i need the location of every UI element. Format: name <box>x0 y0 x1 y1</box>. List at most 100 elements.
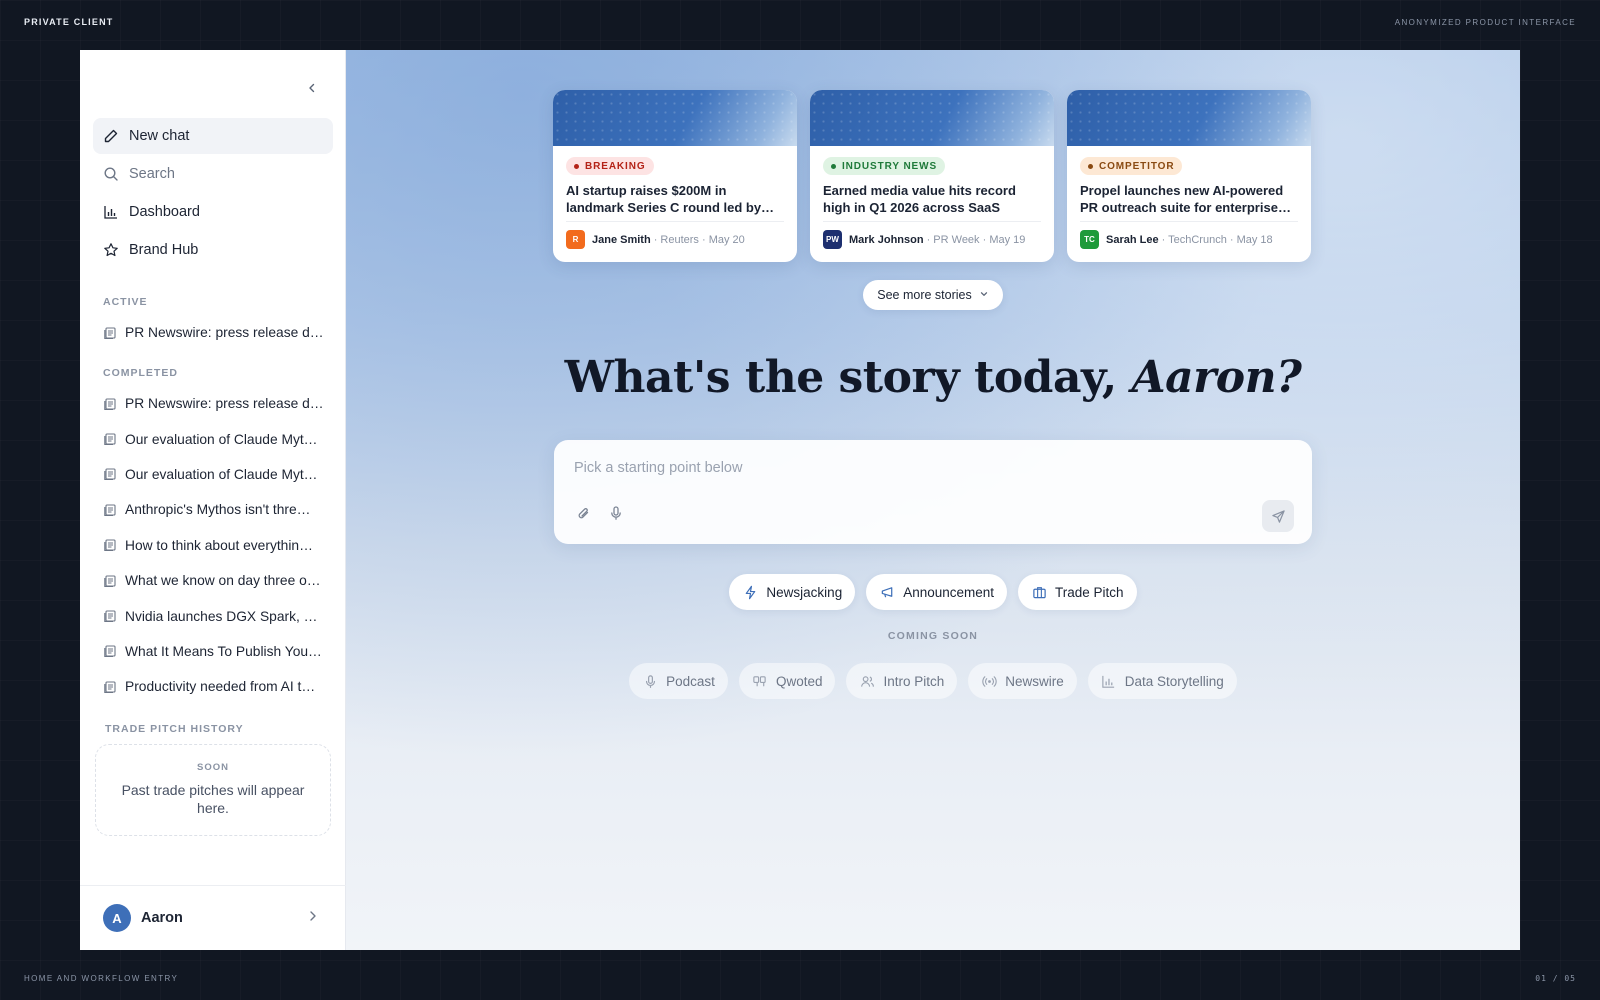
see-more-label: See more stories <box>877 288 972 302</box>
card-hero-image <box>810 90 1054 146</box>
chip-newsjacking[interactable]: Newsjacking <box>729 574 856 610</box>
badge-label: BREAKING <box>585 160 646 172</box>
card-author: Jane Smith <box>592 233 651 246</box>
chip-label: Intro Pitch <box>883 673 945 689</box>
card-hero-image <box>553 90 797 146</box>
card-title: Earned media value hits record high in Q… <box>823 183 1016 215</box>
frame-label-client: PRIVATE CLIENT <box>24 17 114 27</box>
card-source-date: · Reuters · May 20 <box>653 233 745 246</box>
list-item[interactable]: How to think about everythin… <box>103 528 325 563</box>
news-card[interactable]: COMPETITOR Propel launches new AI-powered… <box>1067 90 1311 262</box>
card-author: Mark Johnson <box>849 233 924 246</box>
chip-label: Newswire <box>1005 673 1064 689</box>
lightning-icon <box>742 584 758 600</box>
card-divider <box>566 221 784 222</box>
frame-label-screen: HOME AND WORKFLOW ENTRY <box>24 974 179 983</box>
composer <box>554 440 1312 544</box>
attach-button[interactable] <box>574 504 594 524</box>
completed-list: PR Newswire: press release d… Our evaluat… <box>103 386 325 705</box>
card-source-date: · TechCrunch · May 18 <box>1161 233 1273 246</box>
chip-label: Podcast <box>666 673 715 689</box>
page-title: What's the story today, Aaron? <box>346 352 1520 403</box>
collapse-sidebar-button[interactable] <box>302 78 322 98</box>
news-card[interactable]: BREAKING AI startup raises $200M in landm… <box>553 90 797 262</box>
list-item-title: What we know on day three o… <box>125 573 321 589</box>
sidebar-item-brand-hub[interactable]: Brand Hub <box>93 232 333 268</box>
soon-kicker: SOON <box>197 762 229 773</box>
document-icon <box>103 574 117 588</box>
list-item[interactable]: What It Means To Publish You… <box>103 634 325 669</box>
document-icon <box>103 680 117 694</box>
card-title: AI startup raises $200M in landmark Seri… <box>566 183 775 215</box>
microphone-button[interactable] <box>606 503 626 523</box>
list-item[interactable]: Our evaluation of Claude Myt… <box>103 421 325 456</box>
document-icon <box>103 397 117 411</box>
card-source-date: · PR Week · May 19 <box>926 233 1026 246</box>
greeting-text: What's the story today, <box>564 352 1132 403</box>
news-card[interactable]: INDUSTRY NEWS Earned media value hits rec… <box>810 90 1054 262</box>
nav-label: Brand Hub <box>129 242 199 258</box>
document-icon <box>103 644 117 658</box>
microphone-icon <box>611 506 621 520</box>
sidebar-item-dashboard[interactable]: Dashboard <box>93 194 333 230</box>
badge-label: INDUSTRY NEWS <box>842 160 938 172</box>
microphone-icon <box>642 673 658 689</box>
list-item[interactable]: Anthropic's Mythos isn't thre… <box>103 492 325 527</box>
briefcase-icon <box>1031 584 1047 600</box>
chip-intro-pitch: Intro Pitch <box>846 663 958 699</box>
list-item-title: Productivity needed from AI t… <box>125 679 316 695</box>
chevron-left-icon <box>309 83 315 93</box>
list-item-title: How to think about everythin… <box>125 537 313 553</box>
chip-data-storytelling: Data Storytelling <box>1087 663 1237 699</box>
user-profile-button[interactable]: A Aaron <box>80 885 346 950</box>
prompt-input[interactable] <box>574 460 1274 476</box>
list-item[interactable]: Our evaluation of Claude Myt… <box>103 457 325 492</box>
trade-pitch-placeholder: SOON Past trade pitches will appear here… <box>95 744 331 836</box>
new-chat-button[interactable]: New chat <box>93 118 333 154</box>
card-meta: R Jane Smith · Reuters · May 20 <box>566 230 745 249</box>
greeting-name: Aaron? <box>1131 352 1302 403</box>
document-icon <box>103 609 117 623</box>
search-icon <box>103 166 119 182</box>
paperclip-icon <box>578 508 589 519</box>
list-item[interactable]: PR Newswire: press release d… <box>103 315 325 350</box>
list-item[interactable]: PR Newswire: press release d… <box>103 386 325 421</box>
source-logo-icon: TC <box>1080 230 1099 249</box>
card-meta: TC Sarah Lee · TechCrunch · May 18 <box>1080 230 1273 249</box>
chip-label: Newsjacking <box>766 584 843 600</box>
card-badge: BREAKING <box>566 157 654 175</box>
sidebar-item-search[interactable]: Search <box>93 156 333 192</box>
list-item[interactable]: Productivity needed from AI t… <box>103 669 325 704</box>
nav-label: New chat <box>129 128 190 144</box>
send-button[interactable] <box>1262 500 1294 532</box>
list-item-title: What It Means To Publish You… <box>125 643 322 659</box>
list-item[interactable]: Nvidia launches DGX Spark, … <box>103 598 325 633</box>
main-area: BREAKING AI startup raises $200M in landm… <box>346 50 1520 950</box>
card-author: Sarah Lee <box>1106 233 1159 246</box>
bar-chart-icon <box>1101 673 1117 689</box>
card-title: Propel launches new AI-powered PR outrea… <box>1080 183 1291 215</box>
frame-label-page-counter: 01 / 05 <box>1535 974 1576 983</box>
star-icon <box>103 242 119 258</box>
active-list: PR Newswire: press release d… <box>103 315 325 350</box>
chip-podcast: Podcast <box>629 663 728 699</box>
send-icon <box>1271 509 1285 523</box>
chip-trade-pitch[interactable]: Trade Pitch <box>1018 574 1137 610</box>
app-window: New chat Search Dashboard Brand Hub ACTI… <box>80 50 1520 950</box>
badge-label: COMPETITOR <box>1099 160 1175 172</box>
bar-chart-icon <box>103 204 119 220</box>
list-item-title: Our evaluation of Claude Myt… <box>125 431 318 447</box>
sidebar: New chat Search Dashboard Brand Hub ACTI… <box>80 50 346 950</box>
list-item-title: Our evaluation of Claude Myt… <box>125 466 318 482</box>
user-name: Aaron <box>141 910 183 926</box>
chip-label: Qwoted <box>775 673 823 689</box>
badge-dot <box>831 163 836 169</box>
list-item[interactable]: What we know on day three o… <box>103 563 325 598</box>
sidebar-nav: New chat Search Dashboard Brand Hub <box>93 118 333 270</box>
document-icon <box>103 432 117 446</box>
pencil-icon <box>103 128 119 144</box>
see-more-stories-button[interactable]: See more stories <box>863 280 1003 310</box>
megaphone-icon <box>879 584 895 600</box>
chip-announcement[interactable]: Announcement <box>866 574 1008 610</box>
chip-label: Trade Pitch <box>1055 584 1124 600</box>
